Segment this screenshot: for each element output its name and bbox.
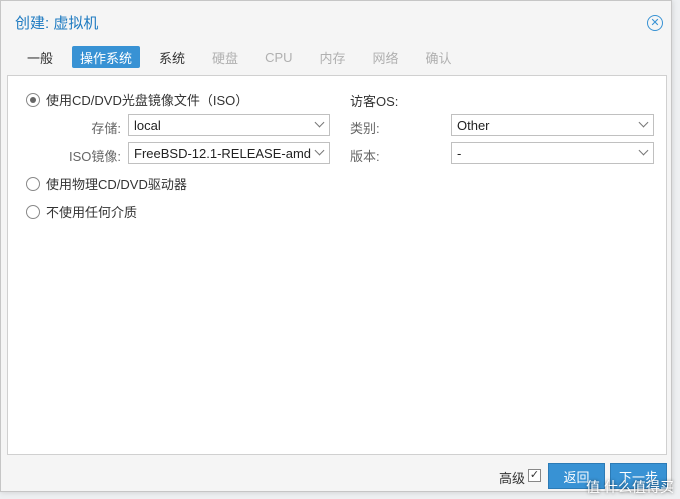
iso-select[interactable]: FreeBSD-12.1-RELEASE-amd: [128, 142, 330, 164]
no-media-label: 不使用任何介质: [46, 205, 138, 220]
version-label: 版本:: [350, 149, 380, 164]
tab-memory: 内存: [319, 50, 346, 66]
close-icon[interactable]: ✕: [647, 15, 663, 31]
use-iso-label: 使用CD/DVD光盘镜像文件（ISO）: [46, 93, 249, 108]
create-vm-dialog: 创建: 虚拟机 ✕ 一般 操作系统 系统 硬盘 CPU 内存 网络 确认 使用C…: [0, 0, 672, 492]
guest-os-heading: 访客OS:: [350, 94, 399, 109]
type-value: Other: [457, 117, 490, 133]
iso-label: ISO镜像:: [68, 149, 121, 164]
radio-icon[interactable]: [26, 204, 40, 219]
dialog-title: 创建: 虚拟机: [15, 14, 99, 32]
advanced-checkbox[interactable]: ✓: [528, 469, 541, 482]
dialog-footer: 高级 ✓ 返回 下一步: [1, 459, 671, 493]
watermark: 值 什么值得买: [586, 479, 674, 495]
chevron-down-icon: [638, 145, 649, 156]
radio-icon[interactable]: [26, 92, 40, 107]
tab-disk: 硬盘: [212, 50, 239, 66]
storage-value: local: [134, 117, 161, 133]
no-media-option[interactable]: 不使用任何介质: [26, 202, 137, 221]
tab-os[interactable]: 操作系统: [72, 46, 141, 68]
iso-value: FreeBSD-12.1-RELEASE-amd: [134, 145, 312, 161]
os-panel: 使用CD/DVD光盘镜像文件（ISO） 存储: local ISO镜像: Fre…: [7, 75, 667, 455]
physical-drive-label: 使用物理CD/DVD驱动器: [46, 177, 187, 192]
tab-network: 网络: [372, 50, 399, 66]
radio-icon[interactable]: [26, 176, 40, 191]
chevron-down-icon: [314, 117, 325, 128]
version-value: -: [457, 145, 462, 161]
type-select[interactable]: Other: [451, 114, 654, 136]
use-iso-option[interactable]: 使用CD/DVD光盘镜像文件（ISO）: [26, 90, 248, 109]
physical-drive-option[interactable]: 使用物理CD/DVD驱动器: [26, 174, 187, 193]
tab-confirm: 确认: [425, 50, 452, 66]
chevron-down-icon: [638, 117, 649, 128]
tab-cpu: CPU: [265, 49, 293, 65]
version-select[interactable]: -: [451, 142, 654, 164]
type-label: 类别:: [350, 121, 380, 136]
chevron-down-icon: [314, 145, 325, 156]
tab-system[interactable]: 系统: [151, 46, 193, 68]
advanced-label: 高级: [499, 471, 526, 486]
tab-general[interactable]: 一般: [19, 46, 61, 68]
storage-label: 存储:: [91, 121, 121, 136]
wizard-tabs: 一般 操作系统 系统 硬盘 CPU 内存 网络 确认: [19, 46, 471, 68]
storage-select[interactable]: local: [128, 114, 330, 136]
